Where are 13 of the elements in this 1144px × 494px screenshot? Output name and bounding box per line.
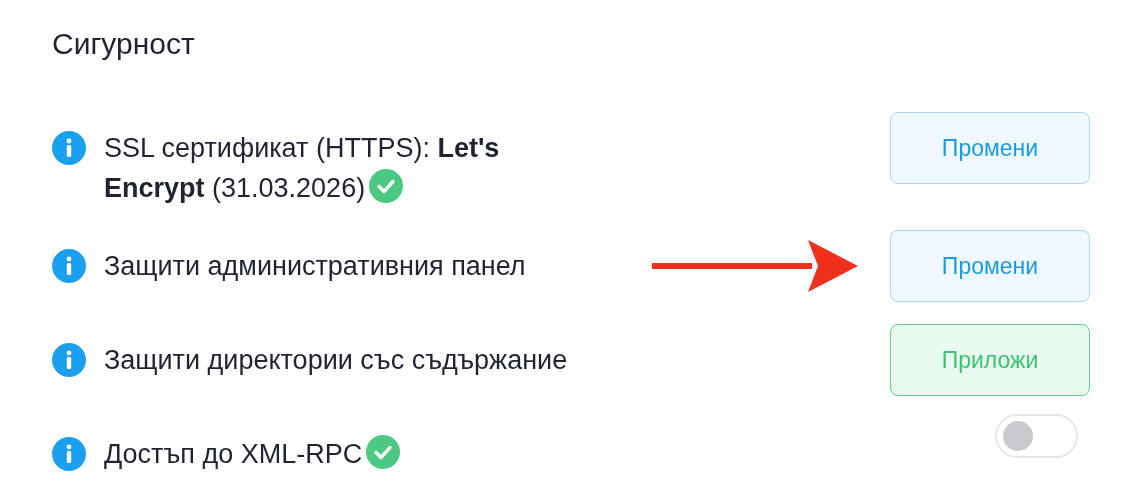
- setting-label: Защити административния панел: [104, 251, 526, 281]
- info-icon[interactable]: [52, 249, 86, 283]
- info-icon[interactable]: [52, 437, 86, 471]
- toggle-switch[interactable]: [995, 414, 1078, 458]
- setting-label: SSL сертификат (HTTPS): Let's Encrypt (31.03.2026): [104, 133, 500, 203]
- section-title: Сигурност: [52, 26, 196, 62]
- change-button[interactable]: Промени: [890, 230, 1090, 302]
- change-button[interactable]: Приложи: [890, 324, 1090, 396]
- info-icon[interactable]: [52, 131, 86, 165]
- change-button[interactable]: Промени: [890, 112, 1090, 184]
- setting-label: Достъп до XML-RPC: [104, 439, 363, 469]
- info-icon[interactable]: [52, 343, 86, 377]
- setting-label: Защити директории със съдържание: [104, 345, 568, 375]
